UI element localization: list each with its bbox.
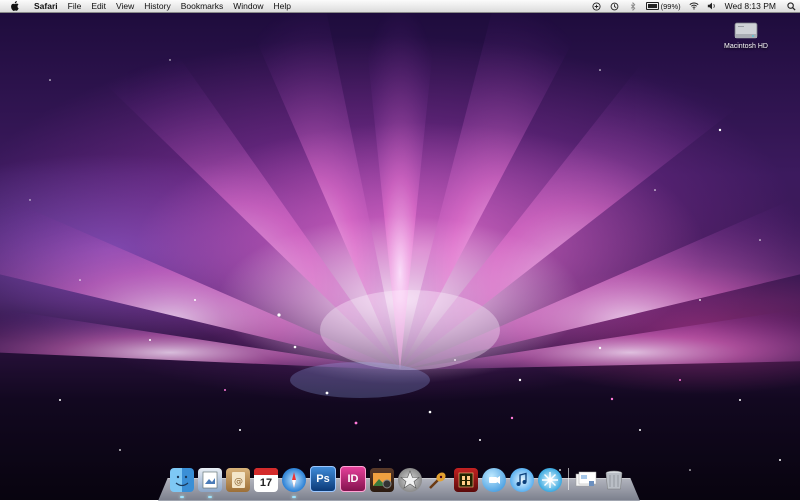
menu-window[interactable]: Window	[228, 0, 268, 12]
running-indicator	[180, 496, 184, 498]
indesign-icon[interactable]: ID	[340, 466, 366, 492]
photo-booth-icon[interactable]	[454, 468, 478, 492]
menu-view[interactable]: View	[111, 0, 139, 12]
dock-separator	[566, 468, 570, 492]
volume-icon[interactable]	[707, 1, 717, 11]
macintosh-hd-desktop-icon[interactable]: Macintosh HD	[716, 20, 776, 50]
ical-header	[254, 468, 278, 475]
battery-icon	[645, 2, 659, 10]
menu-help[interactable]: Help	[268, 0, 295, 12]
trash-icon[interactable]	[602, 468, 626, 492]
menu-file[interactable]: File	[63, 0, 87, 12]
macintosh-hd-label: Macintosh HD	[724, 43, 768, 50]
wifi-icon[interactable]	[689, 1, 699, 11]
ical-icon[interactable]: 17	[254, 468, 278, 492]
ical-day-number: 17	[259, 477, 273, 489]
documents-stack-icon[interactable]	[574, 468, 598, 492]
dock: @ 17 Ps ID	[170, 462, 630, 498]
safari-icon[interactable]	[282, 468, 306, 498]
starfield	[29, 59, 781, 471]
finder-icon[interactable]	[170, 468, 194, 498]
running-indicator	[292, 496, 296, 498]
running-indicator	[208, 496, 212, 498]
dock-separator-line	[567, 468, 569, 490]
address-book-icon[interactable]: @	[226, 468, 250, 492]
preview-icon[interactable]	[198, 468, 222, 498]
hard-drive-icon	[733, 20, 759, 42]
photoshop-icon[interactable]: Ps	[310, 466, 336, 492]
menu-clock[interactable]: Wed 8:13 PM	[725, 1, 776, 11]
battery-percent: (99%)	[660, 1, 681, 11]
menu-extras: (99%) Wed 8:13 PM	[588, 0, 800, 12]
sync-icon[interactable]	[592, 1, 602, 11]
menu-bookmarks[interactable]: Bookmarks	[176, 0, 229, 12]
bluetooth-icon[interactable]	[628, 1, 638, 11]
battery-indicator[interactable]: (99%)	[645, 1, 681, 11]
indesign-label: ID	[347, 473, 359, 485]
menu-history[interactable]: History	[139, 0, 175, 12]
network-utility-icon[interactable]	[538, 468, 562, 492]
imovie-icon[interactable]	[398, 468, 422, 492]
apple-menu-icon[interactable]	[10, 1, 19, 11]
iphoto-icon[interactable]	[370, 468, 394, 492]
menu-edit[interactable]: Edit	[86, 0, 111, 12]
menu-app-name[interactable]: Safari	[29, 0, 63, 12]
menu-bar: Safari File Edit View History Bookmarks …	[0, 0, 800, 13]
garageband-icon[interactable]	[426, 468, 450, 492]
svg-text:@: @	[234, 477, 243, 487]
desktop-wallpaper	[0, 0, 800, 500]
itunes-icon[interactable]	[510, 468, 534, 492]
spotlight-icon[interactable]	[786, 1, 796, 11]
battery-fill	[647, 4, 657, 8]
photoshop-label: Ps	[316, 473, 330, 485]
time-machine-icon[interactable]	[610, 1, 620, 11]
ichat-icon[interactable]	[482, 468, 506, 492]
